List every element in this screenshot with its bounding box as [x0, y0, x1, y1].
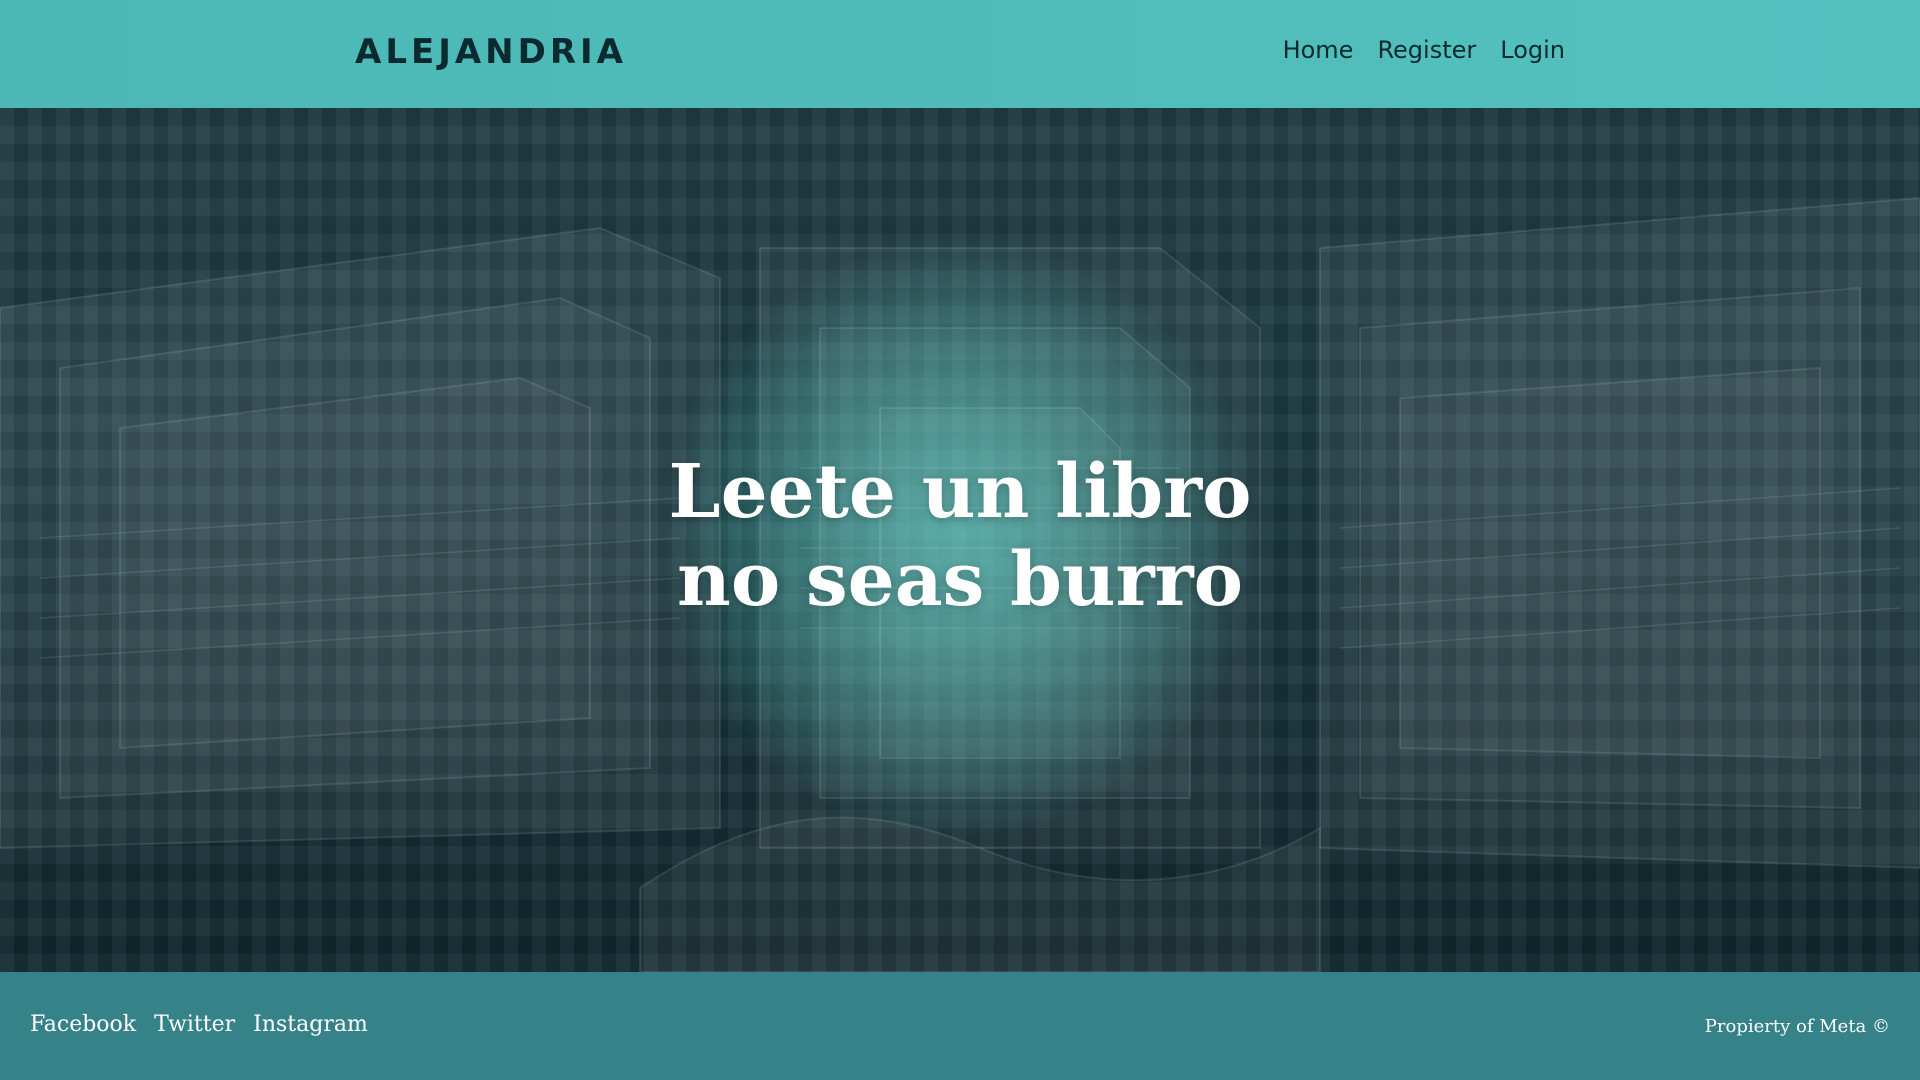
hero-headline-line-2: no seas burro	[677, 537, 1243, 623]
main-nav: Home Register Login	[1283, 36, 1565, 64]
footer-copyright: Propierty of Meta ©	[1704, 1016, 1890, 1037]
footer-facebook-link[interactable]: Facebook	[30, 1012, 136, 1037]
footer: Facebook Twitter Instagram Propierty of …	[0, 972, 1920, 1080]
top-navigation-bar: ALEJANDRIA Home Register Login	[0, 0, 1920, 108]
nav-login-link[interactable]: Login	[1500, 36, 1565, 64]
footer-twitter-link[interactable]: Twitter	[154, 1012, 235, 1037]
footer-instagram-link[interactable]: Instagram	[253, 1012, 368, 1037]
brand-logo[interactable]: ALEJANDRIA	[355, 32, 627, 72]
nav-home-link[interactable]: Home	[1283, 36, 1354, 64]
hero-headline-line-1: Leete un libro	[668, 449, 1252, 535]
hero-section: Leete un libro no seas burro	[0, 108, 1920, 972]
footer-social-links: Facebook Twitter Instagram	[30, 1012, 368, 1037]
hero-headline: Leete un libro no seas burro	[0, 448, 1920, 624]
nav-register-link[interactable]: Register	[1377, 36, 1476, 64]
